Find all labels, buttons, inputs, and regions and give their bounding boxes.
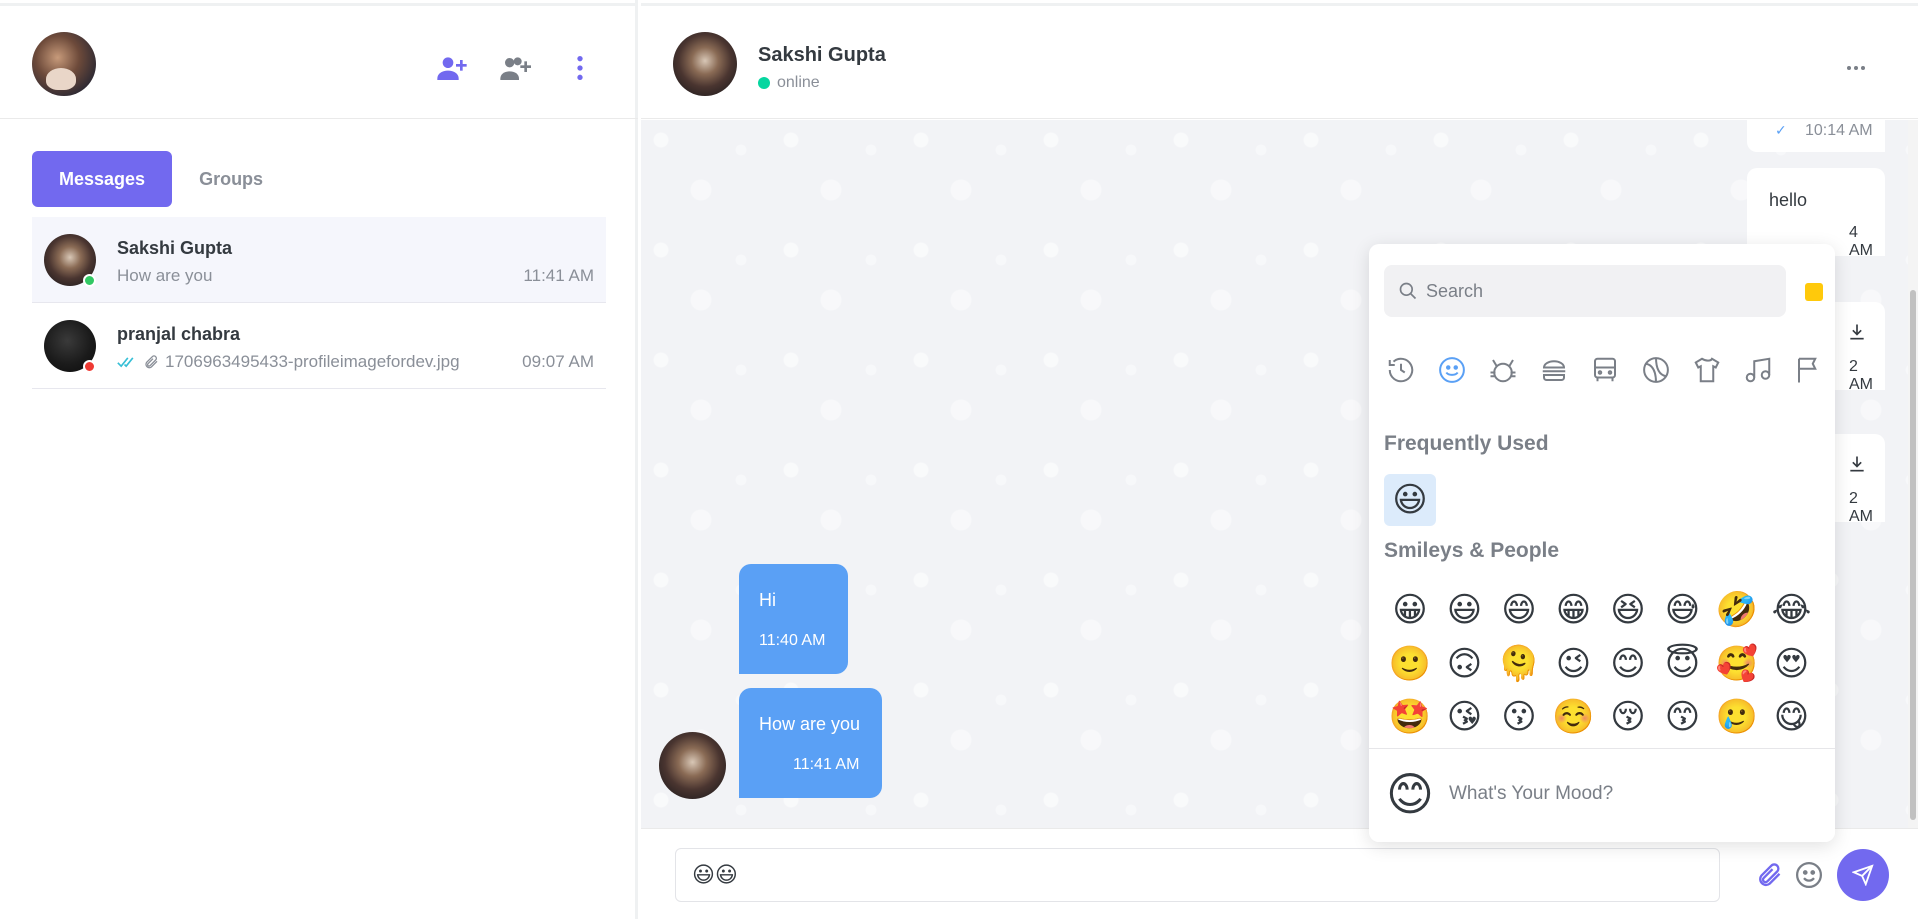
food-icon[interactable]: [1538, 354, 1570, 386]
animal-icon[interactable]: [1487, 354, 1519, 386]
send-icon: [1852, 864, 1874, 886]
conversation-time: 11:41 AM: [523, 266, 594, 285]
tab-messages[interactable]: Messages: [32, 151, 173, 207]
tab-groups[interactable]: Groups: [172, 151, 290, 207]
attachment-icon: [145, 355, 158, 369]
emoji-item[interactable]: 😆: [1602, 584, 1654, 636]
emoji-item[interactable]: 🫠: [1493, 638, 1545, 690]
my-avatar[interactable]: [32, 32, 96, 96]
chat-panel: Sakshi Gupta online ✓ 10:14 AM hello 4 A…: [641, 0, 1918, 919]
music-icon[interactable]: [1742, 354, 1774, 386]
send-button[interactable]: [1837, 849, 1889, 901]
emoji-item[interactable]: 😊: [1602, 638, 1654, 690]
conversation-time: 09:07 AM: [522, 352, 594, 371]
download-icon[interactable]: [1847, 454, 1867, 479]
travel-icon[interactable]: [1589, 354, 1621, 386]
emoji-item[interactable]: 😃: [1384, 474, 1436, 526]
received-message: How are you 11:41 AM: [739, 688, 882, 798]
sidebar: Messages Groups Sakshi Gupta How are you…: [0, 0, 638, 919]
emoji-item[interactable]: 😍: [1766, 638, 1818, 690]
emoji-item[interactable]: 🤣: [1711, 584, 1763, 636]
sent-message: ✓ 10:14 AM: [1747, 120, 1885, 152]
emoji-picker: Search Frequently Used 😃 Smileys & Peopl…: [1369, 244, 1835, 842]
conversation-preview: How are you: [117, 266, 213, 285]
sender-avatar: [659, 732, 726, 799]
chat-scrollbar[interactable]: [1908, 120, 1918, 828]
emoji-item[interactable]: 😚: [1602, 691, 1654, 743]
attachment-icon[interactable]: [1751, 857, 1787, 893]
emoji-preview: 😊: [1386, 768, 1434, 820]
emoji-item[interactable]: 😃: [1439, 584, 1491, 636]
chat-scrollbar-thumb[interactable]: [1910, 290, 1916, 820]
conversation-list: Sakshi Gupta How are you 11:41 AM pranja…: [32, 217, 606, 389]
conversation-name: Sakshi Gupta: [117, 238, 233, 258]
online-status-dot: [758, 77, 770, 89]
emoji-item[interactable]: 😄: [1493, 584, 1545, 636]
frequently-used-heading: Frequently Used: [1384, 432, 1549, 455]
emoji-mood-text: What's Your Mood?: [1449, 783, 1614, 804]
emoji-item[interactable]: ☺️: [1548, 691, 1600, 743]
sent-message: hello 4 AM: [1747, 168, 1885, 259]
emoji-item[interactable]: 🥰: [1711, 638, 1763, 690]
emoji-item[interactable]: 😅: [1657, 584, 1709, 636]
emoji-item[interactable]: 😋: [1766, 691, 1818, 743]
contact-status: online: [758, 74, 820, 92]
emoji-item[interactable]: 🤩: [1384, 691, 1436, 743]
contact-name[interactable]: Sakshi Gupta: [758, 44, 886, 67]
emoji-item[interactable]: 😂: [1766, 584, 1818, 636]
emoji-item[interactable]: 😁: [1548, 584, 1600, 636]
emoji-icon[interactable]: [1791, 857, 1827, 893]
add-user-icon[interactable]: [434, 50, 470, 86]
add-group-icon[interactable]: [497, 50, 533, 86]
download-icon[interactable]: [1847, 322, 1867, 347]
emoji-item[interactable]: 😉: [1548, 638, 1600, 690]
sidebar-header: [0, 3, 638, 119]
emoji-item[interactable]: 🥲: [1711, 691, 1763, 743]
smiley-icon[interactable]: [1436, 354, 1468, 386]
chat-header: Sakshi Gupta online: [641, 3, 1918, 119]
recent-icon[interactable]: [1385, 354, 1417, 386]
emoji-item[interactable]: 😀: [1384, 584, 1436, 636]
conversation-item[interactable]: Sakshi Gupta How are you 11:41 AM: [32, 217, 606, 303]
more-vertical-icon[interactable]: [562, 50, 598, 86]
more-horizontal-icon[interactable]: [1838, 50, 1874, 86]
emoji-item[interactable]: 😙: [1657, 691, 1709, 743]
objects-icon[interactable]: [1691, 354, 1723, 386]
search-icon: [1399, 282, 1417, 300]
emoji-category-bar: [1385, 354, 1825, 386]
emoji-item[interactable]: 🙂: [1384, 638, 1436, 690]
double-check-icon: [117, 357, 134, 368]
conversation-preview: 1706963495433-profileimagefordev.jpg: [117, 352, 460, 372]
smileys-heading: Smileys & People: [1384, 539, 1560, 562]
received-message: Hi 11:40 AM: [739, 564, 848, 674]
conversation-name: pranjal chabra: [117, 324, 241, 344]
emoji-item[interactable]: 🙃: [1439, 638, 1491, 690]
emoji-picker-footer: 😊 What's Your Mood?: [1369, 748, 1835, 842]
online-status-dot: [83, 274, 96, 287]
read-receipt-icon: ✓: [1775, 122, 1787, 138]
emoji-item[interactable]: 😘: [1439, 691, 1491, 743]
offline-status-dot: [83, 360, 96, 373]
message-input[interactable]: 😃😃: [675, 848, 1720, 902]
skin-tone-selector[interactable]: [1805, 283, 1823, 301]
emoji-search-input[interactable]: Search: [1384, 265, 1786, 317]
activity-icon[interactable]: [1640, 354, 1672, 386]
flag-icon[interactable]: [1793, 354, 1825, 386]
conversation-item[interactable]: pranjal chabra 1706963495433-profileimag…: [32, 303, 606, 389]
sidebar-tabs: Messages Groups: [32, 151, 290, 207]
emoji-item[interactable]: 😇: [1657, 638, 1709, 690]
contact-avatar[interactable]: [673, 32, 737, 96]
emoji-item[interactable]: 😗: [1493, 691, 1545, 743]
